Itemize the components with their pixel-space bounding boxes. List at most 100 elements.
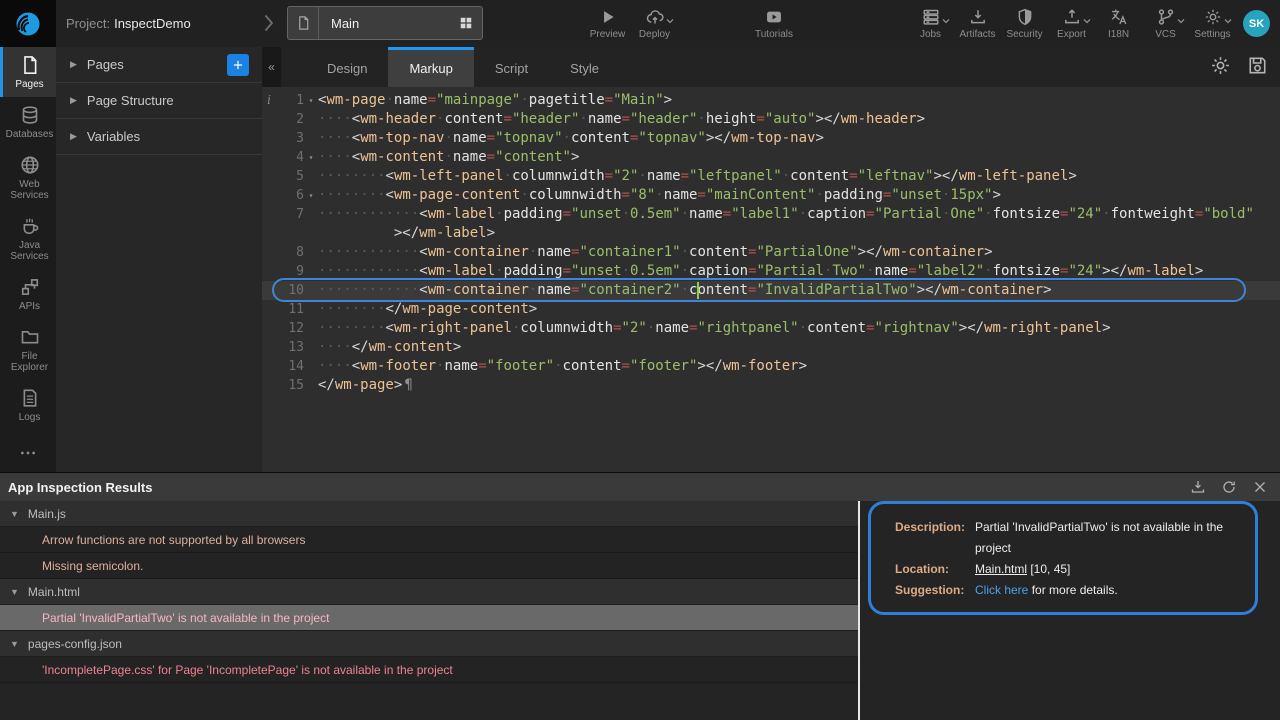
rail-item-databases[interactable]: Databases xyxy=(0,97,56,147)
user-avatar[interactable]: SK xyxy=(1243,10,1270,37)
server-icon xyxy=(922,8,940,26)
inspection-issue-row[interactable]: 'IncompletePage.css' for Page 'Incomplet… xyxy=(0,657,858,683)
fold-gutter xyxy=(304,224,318,243)
inspection-issue-row[interactable]: Arrow functions are not supported by all… xyxy=(0,527,858,553)
tab-markup[interactable]: Markup xyxy=(388,47,473,87)
code-line-14[interactable]: 14····<wm-footer·name="footer"·content="… xyxy=(262,357,1280,376)
code-line-5[interactable]: 5········<wm-left-panel·columnwidth="2"·… xyxy=(262,167,1280,186)
panel-section-label: Variables xyxy=(87,129,262,144)
left-rail: Pages Databases Web ServicesJava Services A… xyxy=(0,47,56,472)
project-name: InspectDemo xyxy=(114,16,191,31)
fold-gutter xyxy=(304,338,318,357)
line-number: 1 xyxy=(276,91,304,110)
database-icon xyxy=(20,105,40,125)
fold-arrow-icon[interactable]: ▾ xyxy=(304,148,318,167)
wavemaker-logo-icon[interactable] xyxy=(0,0,56,47)
fold-arrow-icon[interactable]: ▾ xyxy=(304,91,318,110)
i18n-button[interactable]: I18N xyxy=(1095,0,1142,47)
toolbar-group-mid: Tutorials xyxy=(742,0,806,47)
preview-button[interactable]: Preview xyxy=(584,0,631,47)
rail-item-web-services[interactable]: Web Services xyxy=(0,147,56,208)
line-number: 5 xyxy=(276,167,304,186)
security-button[interactable]: Security xyxy=(1001,0,1048,47)
export-button[interactable]: Export xyxy=(1048,0,1095,47)
annotation-gutter xyxy=(262,300,276,319)
rail-item-apis[interactable]: APIs xyxy=(0,269,56,319)
panel-section-page-structure[interactable]: ▶Page Structure xyxy=(56,83,262,119)
inspection-file-name: Main.js xyxy=(28,507,66,521)
inspection-file-row[interactable]: ▼Main.html xyxy=(0,579,858,605)
code-line-12[interactable]: 12········<wm-right-panel·columnwidth="2… xyxy=(262,319,1280,338)
tab-script[interactable]: Script xyxy=(474,47,549,87)
vcs-button[interactable]: VCS xyxy=(1142,0,1189,47)
refresh-icon[interactable] xyxy=(1221,479,1237,495)
rail-item-logs[interactable]: Logs xyxy=(0,380,56,430)
tab-design[interactable]: Design xyxy=(306,47,388,87)
rail-item-file-explorer[interactable]: File Explorer xyxy=(0,319,56,380)
panel-section-pages[interactable]: ▶Pages xyxy=(56,47,262,83)
code-line-wrap[interactable]: ></wm-label> xyxy=(262,224,1280,243)
code-text: ············<wm-label·padding="unset·0.5… xyxy=(318,205,1254,224)
editor-settings-gear-icon[interactable] xyxy=(1210,55,1231,76)
line-number: 9 xyxy=(276,262,304,281)
tab-style[interactable]: Style xyxy=(549,47,620,87)
code-line-10[interactable]: 10············<wm-container·name="contai… xyxy=(262,281,1280,300)
code-line-4[interactable]: 4▾····<wm-content·name="content"> xyxy=(262,148,1280,167)
line-number: 10 xyxy=(276,281,304,300)
fold-gutter xyxy=(304,281,318,300)
inspection-header: App Inspection Results xyxy=(0,473,1280,501)
download-icon[interactable] xyxy=(1190,479,1206,495)
inspection-file-row[interactable]: ▼ Main.js xyxy=(0,501,858,527)
annotation-gutter xyxy=(262,338,276,357)
shield-icon xyxy=(1016,8,1034,26)
suggestion-link[interactable]: Click here xyxy=(975,583,1028,597)
inspection-issue-row[interactable]: Missing semicolon. xyxy=(0,553,858,579)
cloud-upload-icon xyxy=(646,8,664,26)
inspection-header-actions xyxy=(1190,479,1268,495)
panel-section-variables[interactable]: ▶Variables xyxy=(56,119,262,155)
rail-more-button[interactable] xyxy=(0,444,56,462)
page-doc-icon xyxy=(288,7,319,39)
fold-gutter xyxy=(304,167,318,186)
close-icon[interactable] xyxy=(1252,479,1268,495)
code-line-3[interactable]: 3····<wm-top-nav·name="topnav"·content="… xyxy=(262,129,1280,148)
triangle-down-icon: ▼ xyxy=(10,587,19,597)
collapse-panel-button[interactable]: « xyxy=(262,47,281,87)
code-line-1[interactable]: i1▾<wm-page·name="mainpage"·pagetitle="M… xyxy=(262,91,1280,110)
rail-item-java-services[interactable]: Java Services xyxy=(0,208,56,269)
code-line-6[interactable]: 6▾········<wm-page-content·columnwidth="… xyxy=(262,186,1280,205)
code-line-9[interactable]: 9············<wm-label·padding="unset·0.… xyxy=(262,262,1280,281)
chevron-down-icon xyxy=(1083,18,1091,24)
code-line-11[interactable]: 11········</wm-page-content> xyxy=(262,300,1280,319)
save-icon[interactable] xyxy=(1247,55,1268,76)
preview-label: Preview xyxy=(590,29,626,40)
triangle-right-icon: ▶ xyxy=(70,59,77,70)
location-file-link[interactable]: Main.html xyxy=(975,562,1027,576)
rail-item-label: APIs xyxy=(19,301,40,312)
code-line-15[interactable]: 15</wm-page>¶ xyxy=(262,376,1280,395)
code-area[interactable]: i1▾<wm-page·name="mainpage"·pagetitle="M… xyxy=(262,87,1280,472)
artifacts-button[interactable]: Artifacts xyxy=(954,0,1001,47)
fold-gutter xyxy=(304,243,318,262)
deploy-button[interactable]: Deploy xyxy=(631,0,678,47)
line-number: 13 xyxy=(276,338,304,357)
open-page-tab[interactable]: Main xyxy=(287,6,483,40)
rail-item-label: Databases xyxy=(6,129,54,140)
globe-icon xyxy=(20,155,40,175)
settings-button[interactable]: Settings xyxy=(1189,0,1236,47)
line-number: 8 xyxy=(276,243,304,262)
tutorials-button[interactable]: Tutorials xyxy=(742,0,806,47)
fold-arrow-icon[interactable]: ▾ xyxy=(304,186,318,205)
location-position: [10, 45] xyxy=(1027,562,1070,576)
inspection-file-row[interactable]: ▼pages-config.json xyxy=(0,631,858,657)
code-line-7[interactable]: 7············<wm-label·padding="unset·0.… xyxy=(262,205,1280,224)
jobs-button[interactable]: Jobs xyxy=(907,0,954,47)
inspection-issue-row[interactable]: Partial 'InvalidPartialTwo' is not avail… xyxy=(0,605,858,631)
code-line-13[interactable]: 13····</wm-content> xyxy=(262,338,1280,357)
code-line-8[interactable]: 8············<wm-container·name="contain… xyxy=(262,243,1280,262)
rail-item-pages[interactable]: Pages xyxy=(0,47,56,97)
code-line-2[interactable]: 2····<wm-header·content="header"·name="h… xyxy=(262,110,1280,129)
grid-menu-icon[interactable] xyxy=(459,16,473,30)
triangle-down-icon: ▼ xyxy=(10,509,19,519)
add-page-button[interactable] xyxy=(227,54,249,76)
